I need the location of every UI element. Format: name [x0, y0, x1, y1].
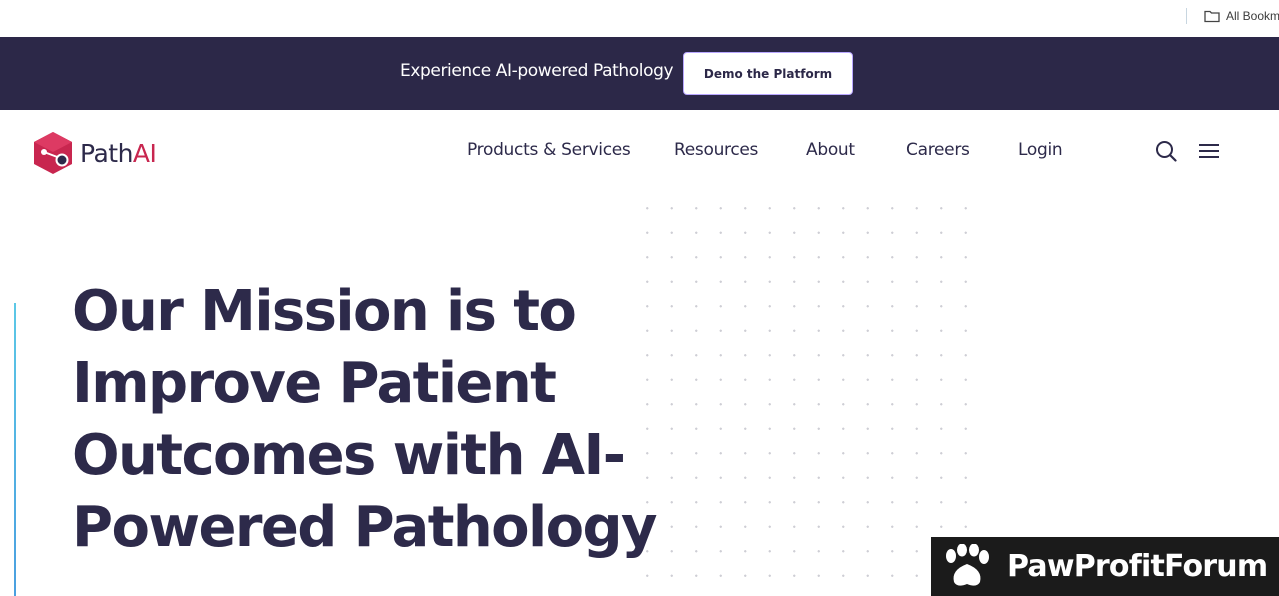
- bookmarks-divider: [1186, 8, 1187, 24]
- bookmarks-bar: All Bookm: [0, 0, 1279, 37]
- hero-title: Our Mission is to Improve Patient Outcom…: [72, 279, 658, 560]
- logo-wordmark: PathAI: [80, 138, 157, 168]
- hamburger-menu-icon[interactable]: [1198, 140, 1220, 162]
- watermark-text: PawProfitForum: [1007, 549, 1268, 584]
- nav-resources[interactable]: Resources: [674, 140, 758, 160]
- main-nav: PathAI Products & Services Resources Abo…: [0, 110, 1279, 194]
- folder-icon: [1204, 10, 1220, 23]
- all-bookmarks-label: All Bookm: [1226, 9, 1279, 23]
- nav-about[interactable]: About: [806, 140, 855, 160]
- dot-pattern-decoration: [635, 196, 980, 596]
- promo-text: Experience AI-powered Pathology: [400, 61, 674, 81]
- demo-platform-button[interactable]: Demo the Platform: [683, 52, 853, 95]
- paw-icon: [946, 543, 989, 586]
- nav-careers[interactable]: Careers: [906, 140, 970, 160]
- nav-login[interactable]: Login: [1018, 140, 1063, 160]
- pathai-logo-icon: [34, 132, 72, 174]
- pathai-logo[interactable]: PathAI: [30, 130, 157, 176]
- logo-text-path: Path: [80, 138, 133, 168]
- hero-accent-line: [14, 303, 16, 596]
- all-bookmarks-button[interactable]: All Bookm: [1204, 8, 1279, 24]
- search-icon[interactable]: [1155, 140, 1177, 162]
- nav-products-services[interactable]: Products & Services: [467, 140, 631, 160]
- logo-text-ai: AI: [132, 138, 157, 168]
- watermark-banner: PawProfitForum: [931, 537, 1279, 596]
- promo-banner: Experience AI-powered Pathology Demo the…: [0, 37, 1279, 110]
